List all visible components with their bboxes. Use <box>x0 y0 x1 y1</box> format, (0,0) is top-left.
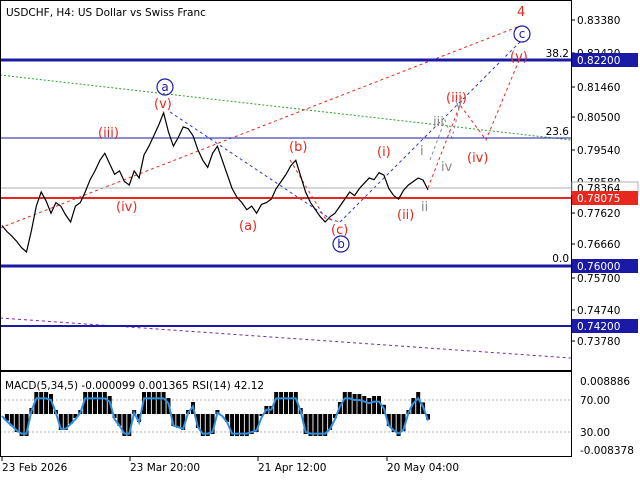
level-label: 0.82200 <box>577 55 620 67</box>
macd-bar <box>357 394 362 414</box>
y-tick-label: 0.83380 <box>577 15 620 27</box>
level-label: 0.74200 <box>577 321 620 333</box>
wave-label-iv-forecast: (iv) <box>467 151 488 166</box>
price-tag-074200: 0.74200 <box>572 319 638 333</box>
wave-label-iii-past: (iii) <box>98 126 119 141</box>
macd-bar <box>93 392 97 414</box>
wave-label-v-mid: (v) <box>154 97 172 112</box>
wave-label-ii-gray: ii <box>421 200 428 215</box>
chart-window: USDCHF, H4: US Dollar vs Swiss Franc 38.… <box>0 0 640 480</box>
wave-label-iv-gray: iv <box>441 160 453 175</box>
macd-bar <box>352 394 357 414</box>
indicator-label: MACD(5,34,5) -0.000099 0.001365 RSI(14) … <box>5 380 264 392</box>
wave-label-i-red: (i) <box>377 145 391 160</box>
macd-bar <box>156 392 161 414</box>
y-tick-label: 0.75700 <box>577 273 620 285</box>
wave-label-4: 4 <box>517 5 525 20</box>
indicator-tick-70: 70.00 <box>580 395 610 407</box>
x-tick-label: 23 Feb 2026 <box>2 462 68 474</box>
macd-bar <box>151 392 156 414</box>
wave-label-iv-past: (iv) <box>116 200 137 215</box>
macd-bar <box>347 392 352 414</box>
wave-label-iii-gray: iii <box>433 115 444 130</box>
macd-bar <box>372 396 377 414</box>
y-tick-label: 0.80500 <box>577 112 620 124</box>
macd-bar <box>279 392 284 414</box>
y-tick-label: 0.81460 <box>577 82 620 94</box>
main-plot-frame <box>0 0 572 371</box>
wave-label-a-blue: a <box>161 80 168 94</box>
chart-title: USDCHF, H4: US Dollar vs Swiss Franc <box>6 7 206 19</box>
macd-bar <box>88 392 93 414</box>
level-label: 0.78075 <box>577 193 620 205</box>
fib-label-38-2: 38.2 <box>546 48 569 60</box>
macd-bar <box>288 392 293 414</box>
macd-bar <box>284 392 288 414</box>
y-tick-label: 0.77620 <box>577 208 620 220</box>
x-tick-label: 21 Apr 12:00 <box>258 462 326 474</box>
wave-label-i-gray: i <box>420 144 424 159</box>
macd-bar <box>416 392 421 414</box>
y-tick-label: 0.73780 <box>577 336 620 348</box>
y-tick-label: 0.79540 <box>577 145 620 157</box>
price-tag-076000: 0.76000 <box>572 259 638 273</box>
macd-bar <box>362 396 367 414</box>
price-chart[interactable]: USDCHF, H4: US Dollar vs Swiss Franc 38.… <box>0 0 640 480</box>
x-tick-label: 20 May 04:00 <box>387 462 459 474</box>
macd-bar <box>367 398 372 414</box>
wave-label-v-top: (v) <box>510 50 528 65</box>
wave-label-v-gray: v <box>455 97 463 112</box>
fib-label-0-0: 0.0 <box>552 253 569 265</box>
wave-label-b-red: (b) <box>289 140 307 155</box>
level-label: 0.76000 <box>577 261 620 273</box>
macd-bar <box>39 392 44 414</box>
macd-bar <box>342 392 347 414</box>
fib-label-23-6: 23.6 <box>546 126 570 138</box>
y-tick-label: 0.74740 <box>577 305 620 317</box>
wave-label-c-blue: c <box>519 27 526 41</box>
macd-bar <box>102 392 107 414</box>
price-tag-078075: 0.78075 <box>572 191 638 205</box>
indicator-tick-bottom: -0.008378 <box>580 445 634 457</box>
indicator-tick-top: 0.008886 <box>580 376 630 388</box>
price-tag-082200: 0.82200 <box>572 53 638 67</box>
macd-bar <box>161 392 166 414</box>
wave-label-ii-red: (ii) <box>397 208 414 223</box>
wave-label-b-blue: b <box>337 237 345 251</box>
macd-bar <box>146 392 151 414</box>
y-tick-label: 0.76660 <box>577 239 620 251</box>
macd-bar <box>44 392 49 414</box>
x-tick-label: 23 Mar 20:00 <box>130 462 200 474</box>
wave-label-a-red: (a) <box>239 219 257 234</box>
time-axis: 23 Feb 2026 23 Mar 20:00 21 Apr 12:00 20… <box>1 457 459 474</box>
wave-label-c-red: (c) <box>331 223 348 238</box>
macd-bar <box>97 392 102 414</box>
indicator-tick-30: 30.00 <box>580 427 610 439</box>
